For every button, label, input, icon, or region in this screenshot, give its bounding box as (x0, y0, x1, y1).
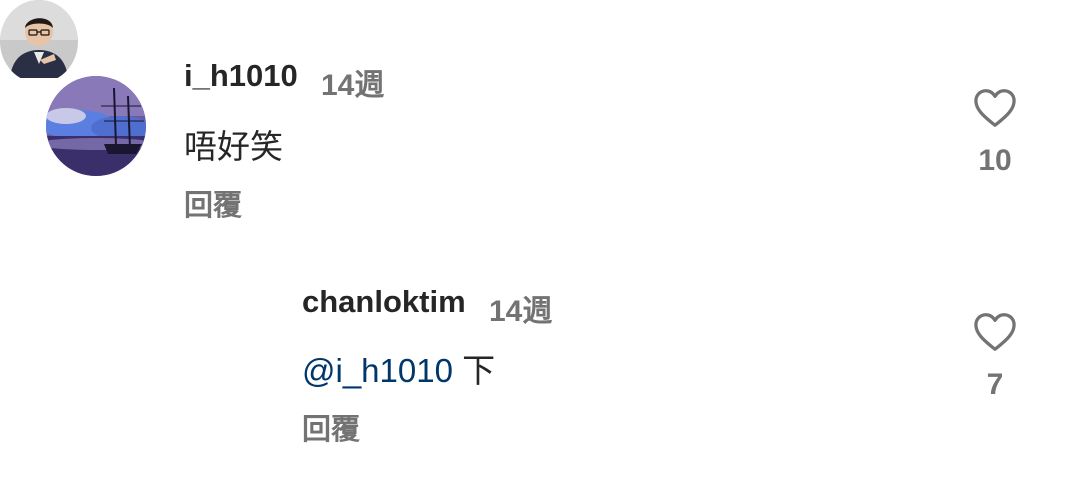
timestamp: 14週 (489, 295, 553, 328)
username[interactable]: i_h1010 (184, 58, 298, 94)
mention-link[interactable]: @i_h1010 (302, 352, 453, 389)
sailing-ship-painting-icon (46, 76, 146, 176)
comment-text-after-mention: 下 (462, 352, 496, 389)
reply-button[interactable]: 回覆 (302, 406, 360, 448)
comment-item: i_h1010 14週 唔好笑 回覆 10 (0, 0, 1080, 250)
like-count: 7 (986, 368, 1004, 401)
timestamp: 14週 (321, 69, 385, 102)
comment-text: 唔好笑 (184, 128, 283, 165)
avatar[interactable] (0, 0, 78, 83)
like-count: 10 (978, 144, 1012, 177)
comment-text: @i_h1010 下 (302, 344, 495, 392)
reply-comment-item: chanloktim 14週 @i_h1010 下 回覆 7 (0, 250, 1080, 504)
heart-icon[interactable] (973, 88, 1017, 128)
person-avatar-icon (0, 0, 78, 78)
avatar[interactable] (46, 76, 146, 176)
username[interactable]: chanloktim (302, 284, 466, 320)
heart-icon[interactable] (973, 312, 1017, 352)
reply-button[interactable]: 回覆 (184, 182, 242, 224)
